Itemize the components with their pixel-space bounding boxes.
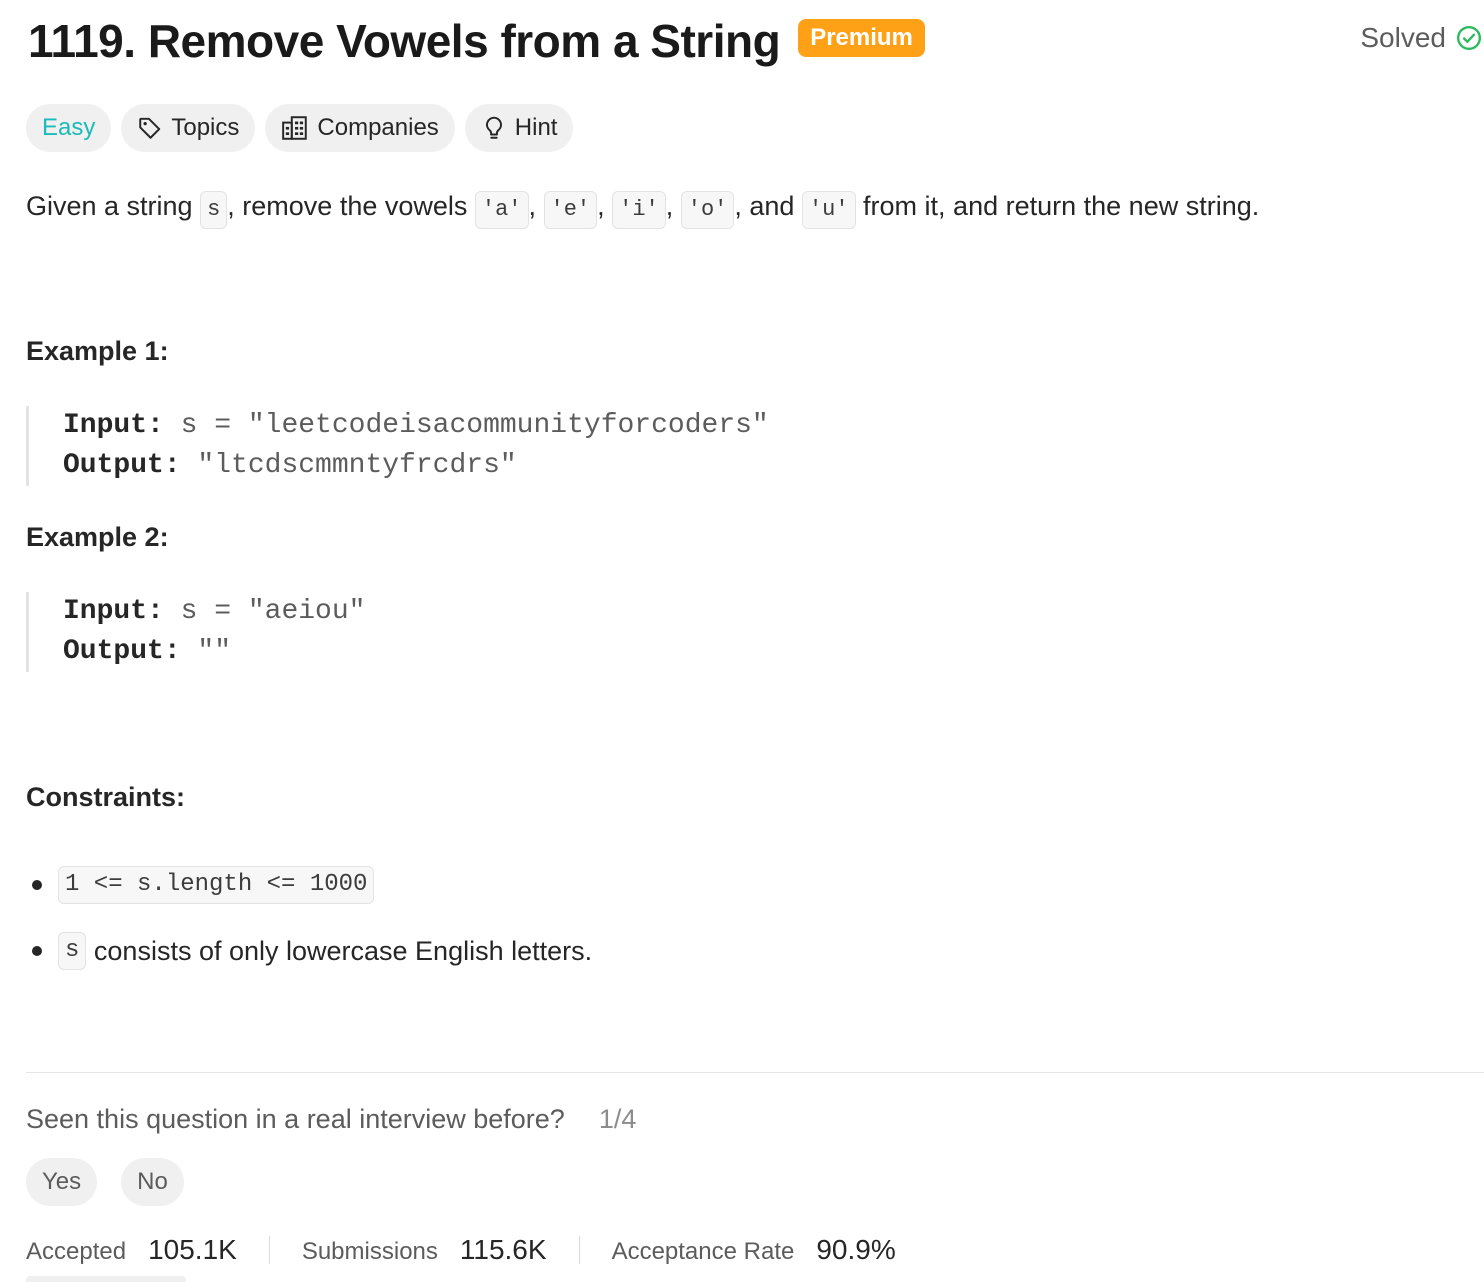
constraint-text: consists of only lowercase English lette… [86,935,593,966]
output-label: Output: [63,636,181,667]
bottom-partial-element [26,1276,186,1282]
example-2-output: Output: "" [63,632,365,672]
companies-button[interactable]: Companies [265,104,455,152]
statement-text: , [665,191,681,221]
statement-text: from it, and return the new string. [855,191,1260,221]
statement-text: , [528,191,544,221]
input-value: s = "leetcodeisacommunityforcoders" [163,410,769,441]
constraints-list: 1 <= s.length <= 1000 s consists of only… [26,852,592,984]
companies-label: Companies [317,114,439,141]
topics-button[interactable]: Topics [121,104,256,152]
constraint-item: s consists of only lowercase English let… [26,918,592,984]
acceptance-rate-label: Acceptance Rate [611,1238,795,1265]
interview-question: Seen this question in a real interview b… [26,1104,636,1135]
example-2-input: Input: s = "aeiou" [63,592,365,632]
statement-text: , [597,191,613,221]
acceptance-rate-value: 90.9% [816,1234,896,1265]
inline-code: s [58,932,87,970]
title-row: 1119. Remove Vowels from a String Premiu… [28,14,925,68]
output-label: Output: [63,450,181,481]
inline-code: 'o' [680,191,735,229]
submissions-value: 115.6K [459,1234,547,1265]
problem-description-panel: 1119. Remove Vowels from a String Premiu… [0,0,1484,1282]
statement-text: , remove the vowels [227,191,475,221]
constraint-item: 1 <= s.length <= 1000 [26,852,592,918]
inline-code: 1 <= s.length <= 1000 [58,866,375,904]
example-2-heading: Example 2: [26,522,169,552]
input-label: Input: [63,596,164,627]
input-value: s = "aeiou" [163,596,366,627]
example-1-heading: Example 1: [26,336,169,366]
hint-label: Hint [514,114,558,141]
problem-statement: Given a string s, remove the vowels 'a',… [26,186,1259,229]
solved-status: Solved [1360,22,1482,54]
no-button[interactable]: No [121,1158,184,1206]
section-divider [26,1072,1484,1073]
output-value: "ltcdscmmntyfrcdrs" [180,450,517,481]
check-circle-icon [1456,25,1482,51]
example-2-block: Input: s = "aeiou" Output: "" [26,592,365,672]
tag-icon [139,117,161,139]
submissions-stat: Submissions 115.6K [302,1234,547,1266]
example-1-input: Input: s = "leetcodeisacommunityforcoder… [63,406,769,446]
output-value: "" [180,636,232,667]
acceptance-rate-stat: Acceptance Rate 90.9% [612,1234,896,1266]
statement-text: Given a string [26,191,201,221]
accepted-label: Accepted [26,1238,127,1265]
inline-code: 'e' [543,191,598,229]
inline-code: 'u' [801,191,856,229]
problem-title[interactable]: 1119. Remove Vowels from a String [28,14,781,68]
solved-label: Solved [1360,22,1446,53]
inline-code: 'a' [474,191,529,229]
lightbulb-icon [485,116,502,139]
accepted-stat: Accepted 105.1K [26,1234,237,1266]
stats-row: Accepted 105.1K Submissions 115.6K Accep… [26,1234,896,1266]
topics-label: Topics [171,114,240,141]
example-1-output: Output: "ltcdscmmntyfrcdrs" [63,446,769,486]
stat-separator [578,1236,580,1264]
tag-row: Easy Topics Companies Hint [26,104,574,152]
statement-text: , and [734,191,802,221]
hint-button[interactable]: Hint [464,104,574,152]
input-label: Input: [63,410,164,441]
yes-button[interactable]: Yes [26,1158,98,1206]
example-1-block: Input: s = "leetcodeisacommunityforcoder… [26,406,769,486]
submissions-label: Submissions [301,1238,438,1265]
interview-count: 1/4 [598,1104,637,1134]
premium-badge: Premium [798,19,925,57]
accepted-value: 105.1K [148,1234,237,1265]
difficulty-tag: Easy [26,104,112,152]
stat-separator [268,1236,270,1264]
constraints-heading: Constraints: [26,782,186,812]
inline-code: s [200,191,228,229]
building-icon [282,116,308,140]
interview-question-text: Seen this question in a real interview b… [26,1104,565,1134]
inline-code: 'i' [612,191,666,229]
interview-buttons: Yes No [26,1158,184,1206]
